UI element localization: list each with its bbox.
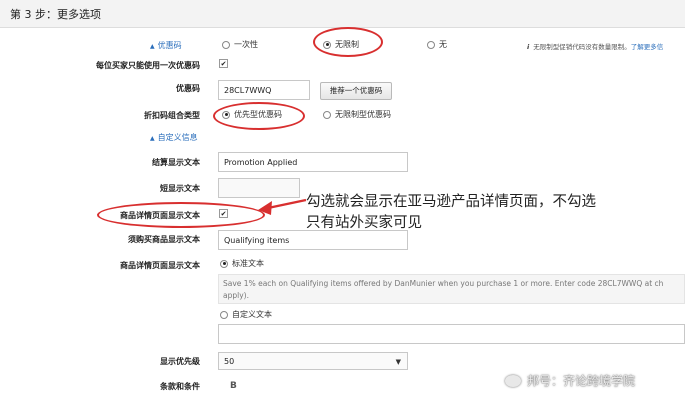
section-custom-label: 自定义信息 (157, 133, 198, 142)
purchase-items-input[interactable]: Qualifying items (218, 230, 408, 250)
highlight-ellipse (97, 202, 265, 228)
radio-label: 标准文本 (232, 259, 264, 268)
priority-label: 显示优先级 (160, 357, 200, 366)
section-coupon[interactable]: ▲ 优惠码 (150, 40, 182, 51)
radio-label: 无 (439, 40, 447, 49)
radio-label: 一次性 (234, 40, 258, 49)
radio-circle-icon (220, 310, 228, 319)
bold-icon[interactable]: B (230, 381, 237, 391)
radio-custom-text[interactable]: 自定义文本 (220, 309, 272, 320)
radio-unlimited-coupon[interactable]: 无限制型优惠码 (323, 109, 391, 120)
terms-label: 条款和条件 (160, 382, 200, 391)
watermark-text: 邦号：齐论跨境学院 (527, 374, 636, 388)
radio-label: 自定义文本 (232, 310, 272, 319)
annotation-text: 勾选就会显示在亚马逊产品详情页面，不勾选 只有站外买家可见 (306, 192, 596, 234)
detail-page-text-label: 商品详情页面显示文本 (120, 261, 200, 270)
radio-circle-icon (427, 40, 435, 49)
section-coupon-label: 优惠码 (157, 41, 182, 50)
short-text-label: 短显示文本 (160, 184, 200, 193)
radio-selected-icon (220, 259, 228, 268)
once-per-buyer-label: 每位买家只能使用一次优惠码 (96, 61, 200, 70)
priority-select[interactable]: 50 ▼ (218, 352, 408, 370)
highlight-ellipse (313, 27, 383, 57)
highlight-ellipse (213, 102, 305, 130)
step-title: 第 3 步：更多选项 (10, 8, 101, 21)
combination-label: 折扣码组合类型 (144, 111, 200, 120)
coupon-code-input[interactable]: 28CL7WWQ (218, 80, 310, 100)
checkout-text-label: 结算显示文本 (152, 158, 200, 167)
arrow-icon (258, 198, 307, 215)
caret-up-icon: ▲ (150, 135, 155, 142)
chevron-down-icon: ▼ (395, 358, 401, 366)
wechat-icon (505, 374, 521, 387)
section-custom-info[interactable]: ▲ 自定义信息 (150, 132, 198, 143)
once-per-buyer-checkbox[interactable]: ✔ (219, 59, 228, 68)
learn-more-link[interactable]: 了解更多信 (631, 43, 664, 51)
radio-standard-text[interactable]: 标准文本 (220, 258, 264, 269)
annotation-line-1: 勾选就会显示在亚马逊产品详情页面，不勾选 (306, 194, 596, 210)
radio-none[interactable]: 无 (427, 39, 447, 50)
step-header: 第 3 步：更多选项 (0, 0, 685, 28)
checkout-text-input[interactable]: Promotion Applied (218, 152, 408, 172)
short-text-input[interactable] (218, 178, 300, 198)
coupon-code-label: 优惠码 (176, 84, 200, 93)
custom-text-input[interactable] (218, 324, 685, 344)
caret-up-icon: ▲ (150, 43, 155, 50)
radio-circle-icon (323, 110, 331, 119)
info-icon: i (527, 43, 530, 51)
coupon-info: i 无限制型促销代码没有数量限制。了解更多信 (527, 41, 663, 51)
info-text: 无限制型促销代码没有数量限制。 (533, 43, 631, 51)
suggest-coupon-button[interactable]: 推荐一个优惠码 (320, 82, 392, 100)
purchase-items-label: 须购买商品显示文本 (128, 235, 200, 244)
radio-circle-icon (222, 40, 230, 49)
watermark: 邦号：齐论跨境学院 (505, 372, 635, 389)
priority-value: 50 (224, 357, 235, 366)
standard-text-preview: Save 1% each on Qualifying items offered… (218, 274, 685, 304)
radio-one-time[interactable]: 一次性 (222, 39, 258, 50)
radio-label: 无限制型优惠码 (335, 110, 391, 119)
